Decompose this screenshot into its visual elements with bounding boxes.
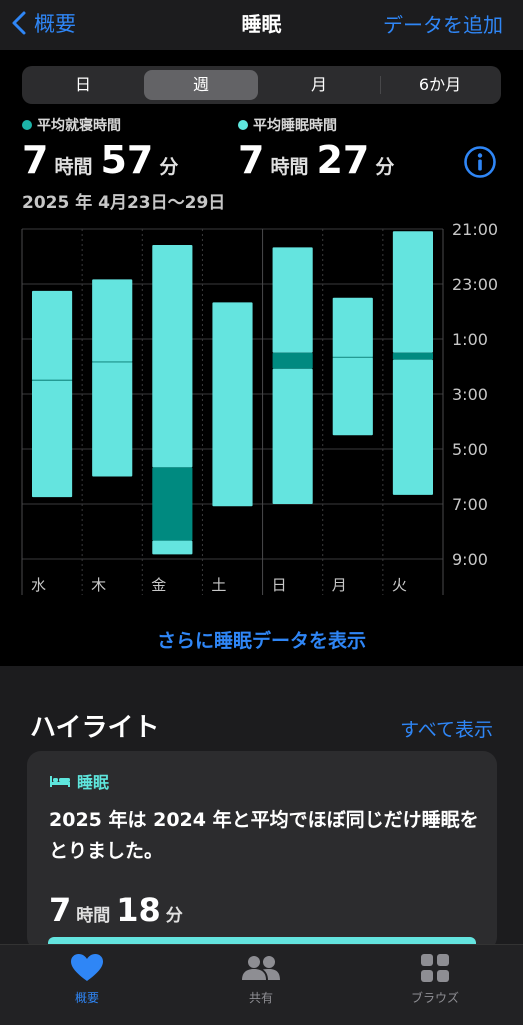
y-tick-label: 9:00 [452,550,488,569]
sleep-bar-segment-asleep [272,368,313,504]
chart-y-ticks: 21:00 23:00 1:00 3:00 5:00 7:00 9:00 [452,220,498,569]
sleep-bar-segment-asleep [212,302,253,507]
y-tick-label: 3:00 [452,385,488,404]
tab-sharing-label: 共有 [248,991,273,1005]
chart-bars [32,231,433,555]
sleep-bar-segment-asleep [272,247,313,353]
sleep-bar-segment-asleep [332,297,373,358]
sleep-bar-segment-asleep [32,290,73,381]
bed-icon [50,776,70,787]
card-value: 7 時間 18 分 [49,891,189,929]
see-all-button[interactable]: すべて表示 [400,715,493,742]
sleep-bar-segment-asleep [92,361,133,477]
sleep-bar-segment-awake [392,352,433,360]
highlights-title: ハイライト [30,713,160,743]
x-tick-label: 水 [31,576,46,594]
tab-browse-label: ブラウズ [410,991,459,1005]
sleep-chart: 21:00 23:00 1:00 3:00 5:00 7:00 9:00 水 木 金 土 日 月 火 [21,220,498,595]
show-more-sleep-data-link[interactable]: さらに睡眠データを表示 [0,626,523,653]
heart-icon [71,954,103,981]
sleep-bar-segment-asleep [332,357,373,436]
x-tick-label: 金 [151,576,166,594]
tab-bar: 概要 共有 ブラウズ [0,944,523,1025]
card-category-label: 睡眠 [77,773,110,792]
chart-x-ticks: 水木金土日月火 [31,576,407,594]
x-tick-label: 木 [91,576,106,594]
x-tick-label: 日 [272,576,287,594]
x-tick-label: 土 [211,576,226,594]
card-category: 睡眠 [49,769,109,793]
sleep-bar-segment-asleep [392,359,433,495]
highlight-card[interactable]: 睡眠 2025 年は 2024 年と平均でほぼ同じだけ睡眠をとりました。 7 時… [27,751,497,951]
tab-sharing[interactable]: 共有 [201,953,321,1006]
tab-summary-label: 概要 [74,991,99,1005]
card-hours: 7 [49,891,72,929]
y-tick-label: 23:00 [452,275,498,294]
grid-icon [421,954,449,982]
x-tick-label: 火 [392,576,407,594]
y-tick-label: 1:00 [452,330,488,349]
y-tick-label: 5:00 [452,440,488,459]
sleep-bar-segment-asleep [152,540,193,555]
card-minutes: 18 [116,891,161,929]
card-summary-text: 2025 年は 2024 年と平均でほぼ同じだけ睡眠をとりました。 [49,809,479,862]
sleep-bar-segment-asleep [392,231,433,353]
sleep-bar-segment-asleep [152,245,193,468]
sleep-bar-segment-asleep [32,380,73,498]
card-minutes-unit: 分 [165,906,183,926]
sleep-bar-segment-asleep [92,279,133,362]
people-icon [242,956,280,980]
y-tick-label: 21:00 [452,220,498,239]
x-tick-label: 月 [332,576,347,594]
sleep-bar-segment-awake [152,467,193,541]
y-tick-label: 7:00 [452,495,488,514]
tab-browse[interactable]: ブラウズ [375,953,495,1006]
tab-summary[interactable]: 概要 [27,953,147,1006]
card-hours-unit: 時間 [76,906,111,926]
sleep-bar-segment-awake [272,352,313,369]
